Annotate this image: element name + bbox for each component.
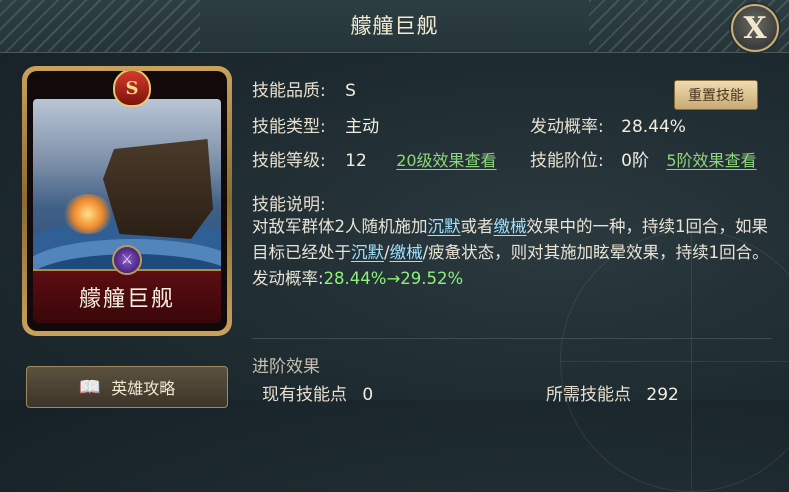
hero-guide-button[interactable]: 📖 英雄攻略	[26, 366, 228, 408]
required-skill-points-value: 292	[646, 385, 679, 405]
skill-level-row: 技能等级: 12 20级效果查看	[252, 146, 497, 171]
owned-skill-points-row: 现有技能点 0	[262, 380, 373, 405]
required-skill-points-label: 所需技能点	[546, 385, 631, 405]
skill-tier-value: 0阶	[621, 151, 649, 171]
keyword-disarm[interactable]: 缴械	[494, 217, 527, 236]
skill-quality-label: 技能品质:	[252, 81, 326, 101]
grade-badge: S	[113, 71, 151, 107]
reset-skill-button[interactable]: 重置技能	[674, 80, 758, 110]
warship-image	[103, 139, 213, 239]
fire-effect	[63, 194, 113, 234]
level-effect-link[interactable]: 20级效果查看	[396, 151, 496, 170]
trigger-rate-growth: 28.44%→29.52%	[323, 269, 464, 288]
trigger-rate-label: 发动概率:	[530, 117, 604, 137]
hero-guide-label: 英雄攻略	[111, 379, 176, 398]
skill-level-value: 12	[345, 151, 367, 171]
keyword-silence[interactable]: 沉默	[428, 217, 461, 236]
required-skill-points-row: 所需技能点 292	[546, 380, 679, 405]
tier-effect-link[interactable]: 5阶效果查看	[666, 151, 756, 170]
close-button[interactable]: X	[731, 4, 779, 52]
skill-type-value: 主动	[345, 117, 380, 137]
section-divider	[252, 338, 772, 339]
skill-type-label: 技能类型:	[252, 117, 326, 137]
skill-tier-label: 技能阶位:	[530, 151, 604, 171]
book-icon: 📖	[78, 376, 102, 398]
skill-description: 对敌军群体2人随机施加沉默或者缴械效果中的一种，持续1回合，如果目标已经处于沉默…	[252, 217, 769, 288]
skill-quality-row: 技能品质: S	[252, 76, 356, 101]
skill-level-label: 技能等级:	[252, 151, 326, 171]
trigger-rate-row: 发动概率: 28.44%	[530, 112, 686, 137]
owned-skill-points-value: 0	[362, 385, 374, 405]
grade-badge-text: S	[125, 77, 139, 99]
keyword-silence-2[interactable]: 沉默	[351, 243, 384, 262]
title-bar: 艨艟巨舰 X	[0, 0, 789, 53]
card-nameplate: 艨艟巨舰	[33, 269, 221, 323]
advance-effect-header: 进阶效果	[252, 357, 320, 377]
trigger-rate-value: 28.44%	[621, 117, 686, 137]
skill-type-row: 技能类型: 主动	[252, 112, 379, 137]
close-icon: X	[743, 10, 767, 46]
skill-description-header: 技能说明:	[252, 195, 326, 215]
crossed-swords-icon: ⚔	[112, 245, 142, 275]
page-title: 艨艟巨舰	[350, 14, 439, 38]
card-name: 艨艟巨舰	[78, 287, 175, 312]
skill-tier-row: 技能阶位: 0阶 5阶效果查看	[530, 146, 757, 171]
keyword-disarm-2[interactable]: 缴械	[390, 243, 423, 262]
skill-card: S ⚔ 艨艟巨舰	[22, 66, 232, 336]
skill-quality-value: S	[345, 81, 356, 101]
owned-skill-points-label: 现有技能点	[262, 385, 347, 405]
